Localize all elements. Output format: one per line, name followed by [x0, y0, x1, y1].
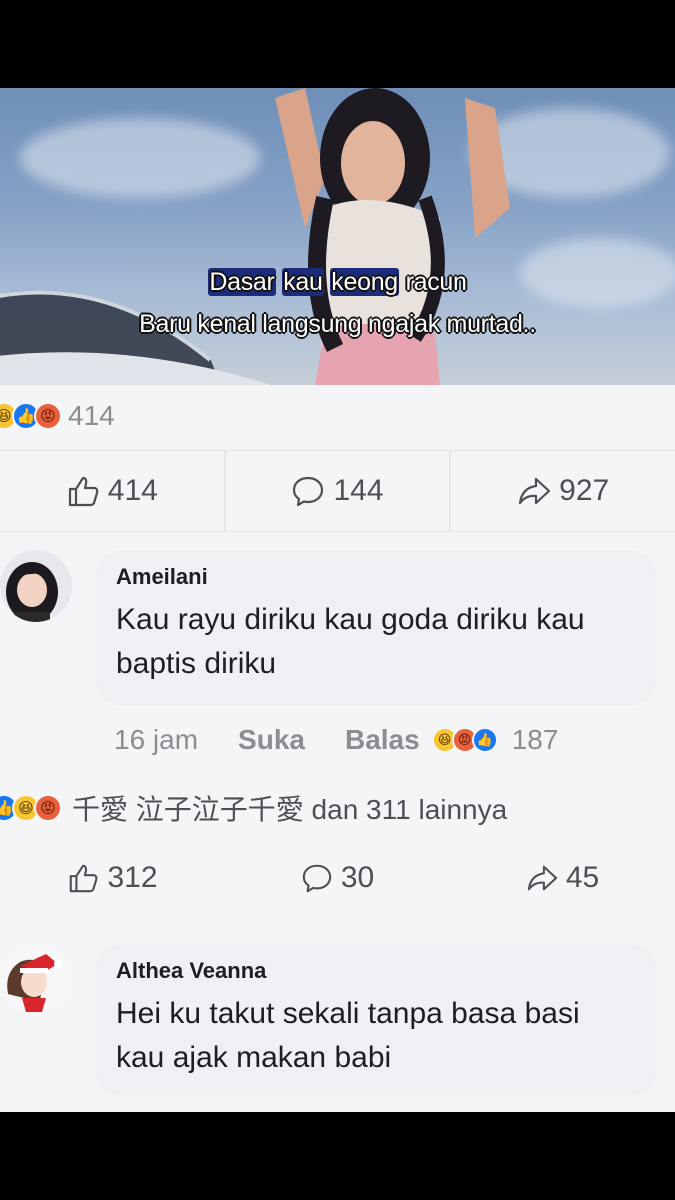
comment-reaction-count[interactable]: 187: [512, 724, 559, 756]
reacted-by-text: 千愛 泣子泣子千愛 dan 311 lainnya: [72, 794, 508, 825]
comment-bubble-icon: [293, 476, 324, 507]
comment-button[interactable]: 144: [223, 451, 452, 531]
like-button[interactable]: 414: [0, 451, 224, 531]
like-comment-button[interactable]: Suka: [238, 724, 305, 756]
comment-meta: 16 jam Suka Balas 😆 😡 👍 187: [114, 724, 558, 756]
comment-bubble[interactable]: Ameilani Kau rayu diriku kau goda diriku…: [96, 550, 656, 706]
like-count: 312: [107, 861, 158, 894]
santa-girl-avatar-icon: [0, 942, 72, 1014]
girl-avatar-icon: [0, 550, 72, 622]
angry-reaction-icon: 😡: [34, 794, 62, 822]
share-count: 927: [559, 474, 610, 507]
like-button[interactable]: 312: [0, 846, 225, 910]
post-action-bar: 414 144 927: [0, 450, 675, 532]
subtitle-line-2: Baru kenal langsung ngajak murtad..: [139, 310, 536, 338]
angry-reaction-icon: 😡: [34, 402, 62, 430]
comment-time[interactable]: 16 jam: [114, 724, 198, 756]
comment-count: 144: [333, 474, 384, 507]
thumbs-up-icon: [68, 476, 99, 507]
reaction-count: 414: [68, 400, 115, 431]
top-letterbox: [0, 0, 675, 88]
avatar[interactable]: [0, 942, 72, 1014]
reply-button[interactable]: Balas: [345, 724, 420, 756]
video-frame[interactable]: Dasar kau keong racun Baru kenal langsun…: [0, 88, 675, 385]
comment-button[interactable]: 30: [225, 846, 450, 910]
post-reactions[interactable]: 😆 👍 😡 414: [0, 398, 115, 434]
thumbs-up-icon: [70, 864, 98, 893]
comment-bubble-icon: [302, 864, 332, 893]
comment-text: Kau rayu diriku kau goda diriku kau bapt…: [116, 603, 585, 680]
like-reaction-icon: 👍: [471, 727, 498, 753]
share-button[interactable]: 45: [450, 846, 675, 910]
avatar[interactable]: [0, 550, 72, 622]
like-count: 414: [107, 474, 158, 507]
share-count: 45: [565, 861, 600, 894]
bottom-letterbox: [0, 1112, 675, 1200]
stats-row: 312 30 45: [0, 846, 675, 910]
share-button[interactable]: 927: [451, 451, 675, 531]
share-arrow-icon: [527, 865, 557, 891]
screen: Dasar kau keong racun Baru kenal langsun…: [0, 88, 675, 1112]
woman-figure: [275, 88, 510, 385]
subtitle-word: keong: [330, 268, 399, 296]
comment-text: Hei ku takut sekali tanpa basa basi kau …: [116, 997, 580, 1074]
subtitle-word: kau: [282, 268, 324, 296]
share-arrow-icon: [519, 477, 551, 505]
comment-count: 30: [340, 861, 375, 894]
subtitle-word: Dasar: [208, 268, 276, 296]
reacted-by-row[interactable]: 👍 😆 😡 千愛 泣子泣子千愛 dan 311 lainnya: [0, 788, 507, 828]
commenter-name[interactable]: Althea Veanna: [116, 958, 636, 984]
subtitle-line-1: Dasar kau keong racun: [0, 268, 675, 297]
commenter-name[interactable]: Ameilani: [116, 564, 636, 590]
subtitle-word: racun: [405, 268, 467, 296]
comment-bubble[interactable]: Althea Veanna Hei ku takut sekali tanpa …: [96, 944, 656, 1096]
